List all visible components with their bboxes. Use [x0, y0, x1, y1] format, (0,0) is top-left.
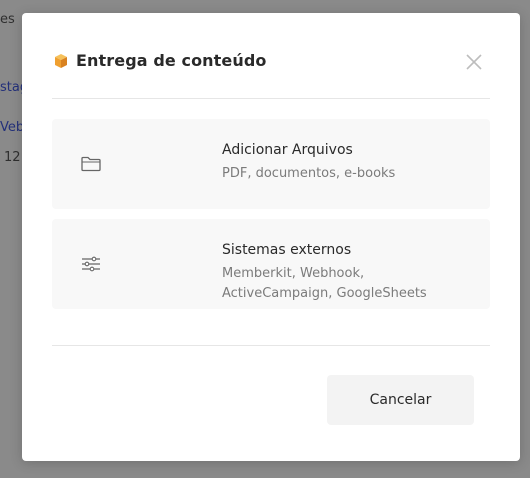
sliders-icon: [80, 254, 102, 274]
content-delivery-modal: Entrega de conteúdo Adicionar Arquivos P…: [22, 13, 520, 461]
background-link-fragment: Veb: [0, 120, 25, 135]
modal-title: Entrega de conteúdo: [76, 51, 267, 70]
header-divider: [52, 98, 490, 99]
footer-divider: [52, 345, 490, 346]
folder-icon: [80, 154, 102, 174]
background-text-fragment: es: [0, 12, 15, 27]
option-title: Adicionar Arquivos: [222, 142, 353, 158]
modal-header: Entrega de conteúdo: [52, 51, 267, 70]
option-external-systems[interactable]: Sistemas externos Memberkit, Webhook, Ac…: [52, 219, 490, 309]
option-description: Memberkit, Webhook, ActiveCampaign, Goog…: [222, 266, 427, 301]
option-add-files[interactable]: Adicionar Arquivos PDF, documentos, e-bo…: [52, 119, 490, 209]
option-title: Sistemas externos: [222, 242, 352, 258]
close-icon[interactable]: [465, 53, 483, 71]
package-icon: [52, 52, 70, 70]
background-text-fragment: 12: [4, 150, 21, 165]
cancel-button[interactable]: Cancelar: [327, 375, 474, 425]
option-description: PDF, documentos, e-books: [222, 166, 396, 181]
